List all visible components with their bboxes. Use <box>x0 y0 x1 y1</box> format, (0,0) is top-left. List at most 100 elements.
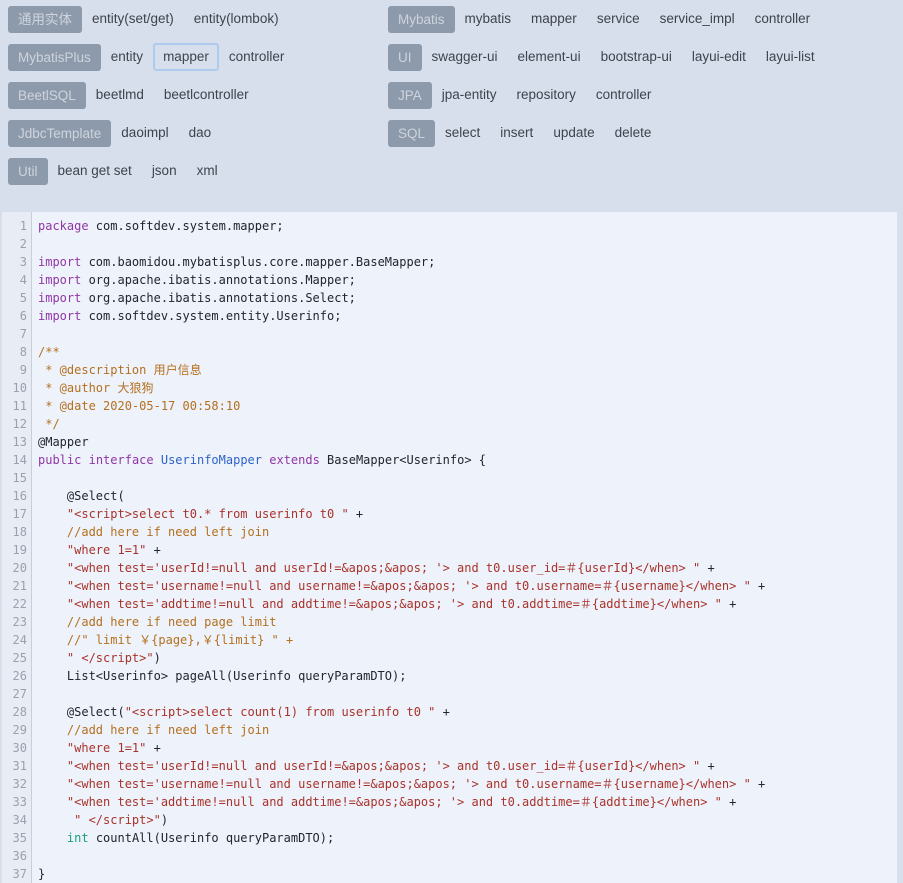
code-token: org.apache.ibatis.annotations.Select; <box>81 291 356 305</box>
line-number: 33 <box>2 793 32 811</box>
line-content <box>32 469 38 487</box>
line-number: 10 <box>2 379 32 397</box>
code-token: + <box>751 777 765 791</box>
template-option-element-ui[interactable]: element-ui <box>508 43 591 71</box>
code-line: 13@Mapper <box>2 433 897 451</box>
code-token: int <box>67 831 89 845</box>
code-token: "<when test='userId!=null and userId!=&a… <box>67 561 700 575</box>
line-content: */ <box>32 415 60 433</box>
code-token: com.baomidou.mybatisplus.core.mapper.Bas… <box>81 255 435 269</box>
code-line: 15 <box>2 469 897 487</box>
line-content: package com.softdev.system.mapper; <box>32 217 284 235</box>
line-number: 1 <box>2 217 32 235</box>
group-badge-util: Util <box>8 158 48 185</box>
code-token: //add here if need left join <box>67 525 269 539</box>
template-option-select[interactable]: select <box>435 119 490 147</box>
line-content <box>32 325 38 343</box>
code-line: 36 <box>2 847 897 865</box>
template-option-layui-list[interactable]: layui-list <box>756 43 825 71</box>
template-groups-left: 通用实体entity(set/get)entity(lombok)Mybatis… <box>8 5 388 185</box>
code-token: UserinfoMapper <box>161 453 262 467</box>
code-line: 12 */ <box>2 415 897 433</box>
template-option-daoimpl[interactable]: daoimpl <box>111 119 178 147</box>
code-token: "where 1=1" <box>67 741 146 755</box>
code-line: 4import org.apache.ibatis.annotations.Ma… <box>2 271 897 289</box>
template-group-jpa: JPAjpa-entityrepositorycontroller <box>388 81 903 109</box>
code-token <box>38 507 67 521</box>
code-line: 29 //add here if need left join <box>2 721 897 739</box>
template-groups-right: Mybatismybatismapperserviceservice_implc… <box>388 5 903 185</box>
line-number: 2 <box>2 235 32 253</box>
code-token <box>38 831 67 845</box>
line-number: 31 <box>2 757 32 775</box>
code-line: 11 * @date 2020-05-17 00:58:10 <box>2 397 897 415</box>
code-line: 30 "where 1=1" + <box>2 739 897 757</box>
code-token: org.apache.ibatis.annotations.Mapper; <box>81 273 356 287</box>
code-token: @Mapper <box>38 435 89 449</box>
template-option-entity-set-get-[interactable]: entity(set/get) <box>82 5 184 33</box>
line-number: 20 <box>2 559 32 577</box>
line-number: 19 <box>2 541 32 559</box>
line-number: 32 <box>2 775 32 793</box>
template-option-delete[interactable]: delete <box>605 119 662 147</box>
code-line: 32 "<when test='username!=null and usern… <box>2 775 897 793</box>
template-option-update[interactable]: update <box>543 119 604 147</box>
code-line: 3import com.baomidou.mybatisplus.core.ma… <box>2 253 897 271</box>
code-line: 19 "where 1=1" + <box>2 541 897 559</box>
template-option-layui-edit[interactable]: layui-edit <box>682 43 756 71</box>
template-option-insert[interactable]: insert <box>490 119 543 147</box>
code-line: 37} <box>2 865 897 883</box>
code-token: //" limit ￥{page},￥{limit} " + <box>67 633 293 647</box>
code-editor: 1package com.softdev.system.mapper;23imp… <box>2 212 897 883</box>
template-group-beetlsql: BeetlSQLbeetlmdbeetlcontroller <box>8 81 388 109</box>
template-option-mybatis[interactable]: mybatis <box>455 5 522 33</box>
line-number: 34 <box>2 811 32 829</box>
line-content: * @author 大狼狗 <box>32 379 153 397</box>
code-token <box>38 651 67 665</box>
code-token: * @date 2020-05-17 00:58:10 <box>38 399 240 413</box>
template-option-xml[interactable]: xml <box>187 157 228 185</box>
line-number: 28 <box>2 703 32 721</box>
code-line: 6import com.softdev.system.entity.Userin… <box>2 307 897 325</box>
template-option-service[interactable]: service <box>587 5 650 33</box>
code-token <box>38 633 67 647</box>
template-option-bean-get-set[interactable]: bean get set <box>48 157 142 185</box>
template-option-json[interactable]: json <box>142 157 187 185</box>
template-option-swagger-ui[interactable]: swagger-ui <box>422 43 508 71</box>
code-token: BaseMapper<Userinfo> { <box>320 453 486 467</box>
template-option-mapper[interactable]: mapper <box>153 43 219 71</box>
template-option-mapper[interactable]: mapper <box>521 5 587 33</box>
template-option-controller[interactable]: controller <box>219 43 295 71</box>
code-token <box>38 579 67 593</box>
code-line: 9 * @description 用户信息 <box>2 361 897 379</box>
code-token: @Select( <box>38 489 125 503</box>
line-content: List<Userinfo> pageAll(Userinfo queryPar… <box>32 667 406 685</box>
code-token: " </script>" <box>67 651 154 665</box>
template-option-bootstrap-ui[interactable]: bootstrap-ui <box>591 43 682 71</box>
code-token: import <box>38 309 81 323</box>
code-token <box>38 813 74 827</box>
template-option-jpa-entity[interactable]: jpa-entity <box>432 81 507 109</box>
code-token <box>81 453 88 467</box>
template-option-entity[interactable]: entity <box>101 43 153 71</box>
template-option-beetlcontroller[interactable]: beetlcontroller <box>154 81 259 109</box>
code-line: 10 * @author 大狼狗 <box>2 379 897 397</box>
code-line: 18 //add here if need left join <box>2 523 897 541</box>
template-option-controller[interactable]: controller <box>586 81 662 109</box>
code-token: * @description 用户信息 <box>38 363 202 377</box>
line-content: * @description 用户信息 <box>32 361 202 379</box>
group-badge-group: 通用实体 <box>8 6 82 33</box>
template-option-repository[interactable]: repository <box>507 81 586 109</box>
code-line: 23 //add here if need page limit <box>2 613 897 631</box>
code-token: + <box>435 705 449 719</box>
template-option-controller[interactable]: controller <box>745 5 821 33</box>
template-option-service-impl[interactable]: service_impl <box>650 5 745 33</box>
line-number: 17 <box>2 505 32 523</box>
code-token: //add here if need page limit <box>67 615 277 629</box>
template-option-beetlmd[interactable]: beetlmd <box>86 81 154 109</box>
template-option-dao[interactable]: dao <box>179 119 222 147</box>
line-content: "where 1=1" + <box>32 739 161 757</box>
line-number: 7 <box>2 325 32 343</box>
template-option-entity-lombok-[interactable]: entity(lombok) <box>184 5 289 33</box>
line-content: import com.baomidou.mybatisplus.core.map… <box>32 253 435 271</box>
